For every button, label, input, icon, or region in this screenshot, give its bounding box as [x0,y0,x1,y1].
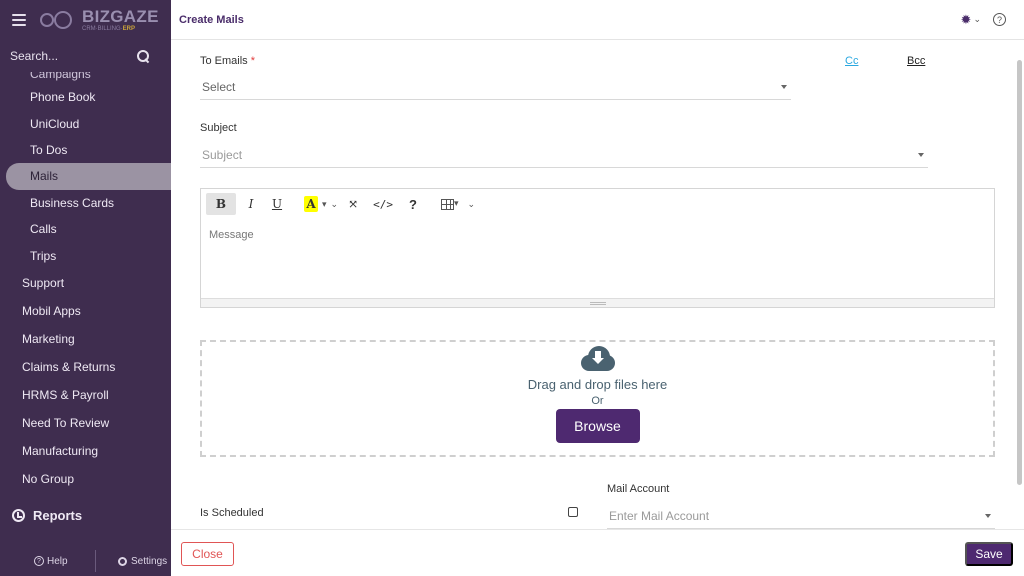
sidebar-item-to-dos[interactable]: To Dos [0,137,171,163]
caret-down-icon [781,84,787,89]
dropzone-or: Or [591,395,604,407]
table-dropdown[interactable]: ▾ [436,193,464,215]
to-emails-label: To Emails * [200,55,256,67]
sidebar: BIZGAZE CRM·BILLING·ERP Search... Campai… [0,0,171,576]
help-label: Help [47,555,68,567]
caret-down-icon [985,513,991,518]
sidebar-group-claims-returns[interactable]: Claims & Returns [0,353,171,381]
help-link[interactable]: ? Help [0,550,96,572]
message-textarea[interactable]: Message [201,219,994,299]
editor-resize-handle[interactable] [201,298,994,307]
sidebar-search[interactable]: Search... [0,40,171,72]
reports-icon [12,509,25,523]
settings-gear-icon [118,556,127,566]
logo: BIZGAZE CRM·BILLING·ERP [40,8,159,32]
sidebar-group-support[interactable]: Support [0,269,171,297]
sidebar-item-partial[interactable]: Campaigns [0,72,171,84]
sidebar-item-phone-book[interactable]: Phone Book [0,84,171,110]
code-view-button[interactable]: </> [368,193,398,215]
logo-name: BIZGAZE [82,7,159,26]
search-icon[interactable] [137,50,149,62]
message-editor: B I U A ▾ ⌄ ⤧ </> ? ▾ ⌄ Message [200,188,995,308]
sidebar-header: BIZGAZE CRM·BILLING·ERP [0,0,171,40]
caret-down-icon [918,152,924,157]
create-mail-panel: Create Mails ✹ ⌄ ? To Emails * Cc Bcc Se… [171,0,1024,576]
sidebar-nav: Campaigns Phone Book UniCloud To Dos Mai… [0,72,171,531]
sidebar-item-calls[interactable]: Calls [0,216,171,242]
sidebar-item-unicloud[interactable]: UniCloud [0,110,171,136]
sidebar-group-need-to-review[interactable]: Need To Review [0,409,171,437]
chevron-down-icon: ⌄ [973,14,981,24]
mail-account-label: Mail Account [607,483,670,495]
highlight-dropdown-icon[interactable]: ▾ [322,199,327,210]
is-scheduled-checkbox[interactable] [568,507,578,517]
sidebar-search-input[interactable]: Search... [10,49,58,63]
logo-tagline: CRM·BILLING·ERP [82,26,136,32]
browse-button[interactable]: Browse [555,409,640,443]
editor-help-button[interactable]: ? [402,193,424,215]
settings-dropdown[interactable]: ✹ ⌄ [961,12,981,28]
sidebar-group-manufacturing[interactable]: Manufacturing [0,437,171,465]
vertical-scrollbar[interactable] [1017,60,1022,485]
highlight-color-button[interactable]: A [304,196,318,212]
to-emails-value: Select [202,79,236,94]
close-button[interactable]: Close [181,542,234,566]
required-mark: * [250,55,256,67]
caret-down-icon: ▾ [453,199,459,209]
help-circle-icon: ? [34,556,44,566]
page-title: Create Mails [179,13,244,26]
settings-link[interactable]: Settings [96,556,167,567]
italic-button[interactable]: I [240,193,262,215]
is-scheduled-label: Is Scheduled [200,507,264,519]
sidebar-group-marketing[interactable]: Marketing [0,325,171,353]
help-icon[interactable]: ? [993,13,1006,26]
settings-label: Settings [131,555,168,567]
chevron-down-icon[interactable]: ⌄ [467,199,475,210]
sidebar-item-trips[interactable]: Trips [0,242,171,268]
chevron-down-icon[interactable]: ⌄ [331,199,339,210]
mail-account-input[interactable]: Enter Mail Account [607,503,995,529]
mail-form: To Emails * Cc Bcc Select Subject Subjec… [171,41,1024,529]
logo-mark-icon [40,11,78,29]
sidebar-group-no-group[interactable]: No Group [0,465,171,493]
dropzone-text: Drag and drop files here [527,377,668,392]
sidebar-group-mobil-apps[interactable]: Mobil Apps [0,297,171,325]
fullscreen-icon[interactable]: ⤧ [342,193,364,215]
cc-link[interactable]: Cc [845,55,858,67]
sidebar-reports-label: Reports [33,508,83,524]
subject-label: Subject [200,122,237,134]
sidebar-reports[interactable]: Reports [0,501,171,531]
table-icon [440,198,454,210]
underline-button[interactable]: U [266,193,288,215]
bcc-link[interactable]: Bcc [907,55,925,67]
sidebar-item-business-cards[interactable]: Business Cards [0,190,171,216]
hamburger-menu-icon[interactable] [12,14,26,26]
panel-header: Create Mails ✹ ⌄ ? [171,0,1024,40]
subject-placeholder: Subject [202,147,243,162]
sidebar-group-hrms-payroll[interactable]: HRMS & Payroll [0,381,171,409]
sidebar-footer: ? Help Settings [0,546,171,576]
bold-button[interactable]: B [206,193,236,215]
file-dropzone[interactable]: Drag and drop files here Or Browse [200,340,995,457]
panel-footer: Close Save [171,529,1024,576]
to-emails-select[interactable]: Select [200,74,791,100]
sidebar-item-mails[interactable]: Mails [6,163,171,190]
cloud-download-icon [579,345,617,373]
editor-toolbar: B I U A ▾ ⌄ ⤧ </> ? ▾ ⌄ [201,189,994,219]
subject-input[interactable]: Subject [200,142,928,168]
mail-account-placeholder: Enter Mail Account [609,508,710,523]
save-button[interactable]: Save [965,542,1013,566]
gear-icon: ✹ [960,11,972,27]
